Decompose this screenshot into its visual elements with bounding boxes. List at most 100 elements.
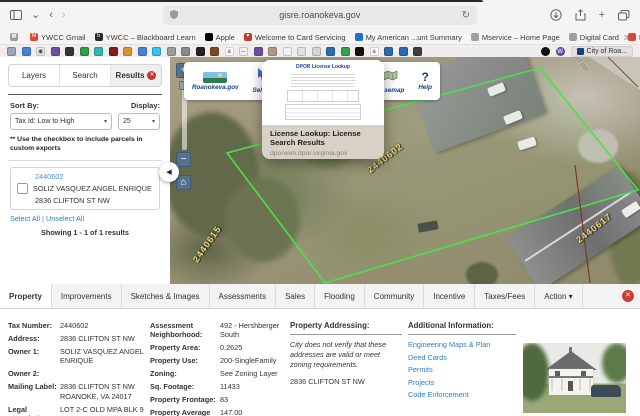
- field-label: Zoning:: [150, 369, 220, 378]
- unselect-all-link[interactable]: Unselect All: [46, 214, 84, 223]
- pinned-tab-favicon[interactable]: –: [239, 47, 248, 56]
- pinned-tab-favicon[interactable]: [51, 47, 60, 56]
- bookmark-item[interactable]: ♥ Welcome to Card Servicing: [244, 33, 346, 42]
- porch-post: [561, 378, 563, 391]
- result-checkbox[interactable]: [17, 183, 28, 194]
- pinned-tab-favicon[interactable]: [283, 47, 292, 56]
- pinned-tab-favicon[interactable]: [138, 47, 147, 56]
- new-tab-icon[interactable]: +: [599, 10, 605, 21]
- pinned-tab-favicon[interactable]: [541, 47, 550, 56]
- pinned-tab-favicon[interactable]: a: [225, 47, 234, 56]
- pinned-tab-favicon[interactable]: [65, 47, 74, 56]
- bookmark-item[interactable]: M YWCC Gmail: [30, 33, 86, 42]
- bookmark-item[interactable]: My American ...unt Summary: [355, 33, 462, 42]
- divider: [290, 334, 402, 335]
- divider: [408, 334, 516, 335]
- pinned-tab-favicon[interactable]: [7, 47, 16, 56]
- panel-tab[interactable]: Improvements: [52, 284, 122, 308]
- pinned-tab-favicon[interactable]: ◉: [36, 47, 45, 56]
- window: [581, 371, 586, 376]
- field-value: SOLIZ VASQUEZ ANGEL ENRIQUE: [60, 347, 150, 366]
- info-link[interactable]: Projects: [408, 378, 516, 387]
- info-link[interactable]: Code Enforcement: [408, 390, 516, 399]
- active-tab[interactable]: City of Roa...: [571, 46, 633, 57]
- bookmark-item[interactable]: b YWCC – Blackboard Learn: [95, 33, 196, 42]
- pinned-tab-favicon[interactable]: [181, 47, 190, 56]
- checkbox-note: ** Use the checkbox to include parcels i…: [0, 130, 170, 154]
- sidebar: Layers Search Results ✕ Sort By: Tax Id:…: [0, 57, 170, 284]
- pinned-tab-favicon[interactable]: [326, 47, 335, 56]
- pinned-tab-favicon[interactable]: [254, 47, 263, 56]
- info-link[interactable]: Deed Cards: [408, 353, 516, 362]
- tab-overview-icon[interactable]: [618, 10, 630, 21]
- pinned-tab-favicon[interactable]: [94, 47, 103, 56]
- select-all-link[interactable]: Select All: [10, 214, 40, 223]
- pinned-tab-favicon[interactable]: [80, 47, 89, 56]
- sidebar-collapse-button[interactable]: ◀: [159, 162, 179, 182]
- preview-table: [285, 104, 361, 120]
- preview-caption: License Lookup: License Search Results d…: [262, 125, 384, 159]
- pinned-tab-favicon[interactable]: [109, 47, 118, 56]
- bookmark-item[interactable]: Mservice – Home Page: [471, 33, 560, 42]
- roanokeva-button[interactable]: Roanokeva.gov: [192, 72, 239, 91]
- home-button[interactable]: ⌂: [176, 175, 191, 190]
- panel-tab[interactable]: Taxes/Fees: [475, 284, 535, 308]
- share-icon[interactable]: [575, 9, 586, 21]
- pinned-tab-favicon[interactable]: [399, 47, 408, 56]
- pinned-tab-favicon[interactable]: [341, 47, 350, 56]
- help-button[interactable]: ? Help: [418, 71, 432, 91]
- panel-tab[interactable]: Community: [365, 284, 424, 308]
- pinned-tab-favicon[interactable]: a: [370, 47, 379, 56]
- map-canvas[interactable]: 2440602 2440615 2440617 ST NW + − ⌂ Roan…: [170, 57, 640, 284]
- zoom-out-button[interactable]: −: [176, 152, 191, 167]
- result-id-link[interactable]: 2440602: [35, 172, 153, 181]
- wordpress-tab-icon[interactable]: W: [556, 47, 565, 56]
- panel-tab[interactable]: Action ▾: [535, 284, 582, 308]
- sidebar-toggle-icon[interactable]: [10, 10, 22, 20]
- panel-tab[interactable]: Flooding: [315, 284, 365, 308]
- forward-button[interactable]: ›: [62, 10, 66, 21]
- chevron-down-icon[interactable]: ⌄: [31, 10, 40, 21]
- pinned-tab-favicon[interactable]: [297, 47, 306, 56]
- tab-results[interactable]: Results ✕: [111, 65, 161, 86]
- pinned-tab-favicon[interactable]: [312, 47, 321, 56]
- panel-tab[interactable]: Property: [0, 284, 52, 308]
- tab-layers[interactable]: Layers: [9, 65, 60, 86]
- bookmark-item[interactable]: Apple: [205, 33, 235, 42]
- pinned-tab-favicon[interactable]: [210, 47, 219, 56]
- panel-tab[interactable]: Sales: [276, 284, 315, 308]
- downloads-icon[interactable]: [550, 9, 562, 21]
- pinned-tab-favicon[interactable]: [355, 47, 364, 56]
- back-button[interactable]: ‹: [49, 10, 53, 21]
- house-roof: [545, 351, 597, 370]
- panel-tab[interactable]: Incentive: [424, 284, 475, 308]
- field-row: Legal Description: LOT 2-C OLD MPA BLK 9…: [8, 405, 150, 416]
- info-link[interactable]: Permits: [408, 365, 516, 374]
- pinned-tab-favicon[interactable]: [167, 47, 176, 56]
- link-preview-popup[interactable]: DPOR License Lookup License Lookup: Lice…: [262, 60, 384, 159]
- results-close-icon[interactable]: ✕: [147, 71, 156, 80]
- address-bar[interactable]: gisre.roanokeva.gov ↻: [163, 6, 477, 25]
- privacy-shield-icon[interactable]: [170, 10, 178, 21]
- display-select[interactable]: 25▾: [118, 113, 160, 130]
- info-link[interactable]: Engineering Maps & Plan: [408, 340, 516, 349]
- basemap-icon: [383, 68, 398, 86]
- sort-by-select[interactable]: Tax Id: Low to High▾: [10, 113, 112, 130]
- pinned-tab-favicon[interactable]: [196, 47, 205, 56]
- pinned-tab-favicon[interactable]: [152, 47, 161, 56]
- pinned-tab-favicon[interactable]: [22, 47, 31, 56]
- pinned-tab-favicon[interactable]: [123, 47, 132, 56]
- panel-tab[interactable]: Sketches & Images: [122, 284, 210, 308]
- bookmark-item[interactable]: ▦: [10, 33, 21, 41]
- reload-icon[interactable]: ↻: [462, 10, 470, 21]
- bookmark-item[interactable]: Digital Card: [569, 33, 619, 42]
- tab-search[interactable]: Search: [60, 65, 111, 86]
- roanoke-flag-icon: [577, 48, 584, 55]
- panel-close-icon[interactable]: ✕: [622, 290, 634, 302]
- panel-tab[interactable]: Assessments: [210, 284, 277, 308]
- pinned-tab-favicon[interactable]: [384, 47, 393, 56]
- bookmarks-overflow-icon[interactable]: ≫: [624, 33, 632, 42]
- pinned-tab-favicon[interactable]: [413, 47, 422, 56]
- browser-chrome: ⌄ ‹ › gisre.roanokeva.gov ↻ +: [0, 0, 640, 58]
- pinned-tab-favicon[interactable]: [268, 47, 277, 56]
